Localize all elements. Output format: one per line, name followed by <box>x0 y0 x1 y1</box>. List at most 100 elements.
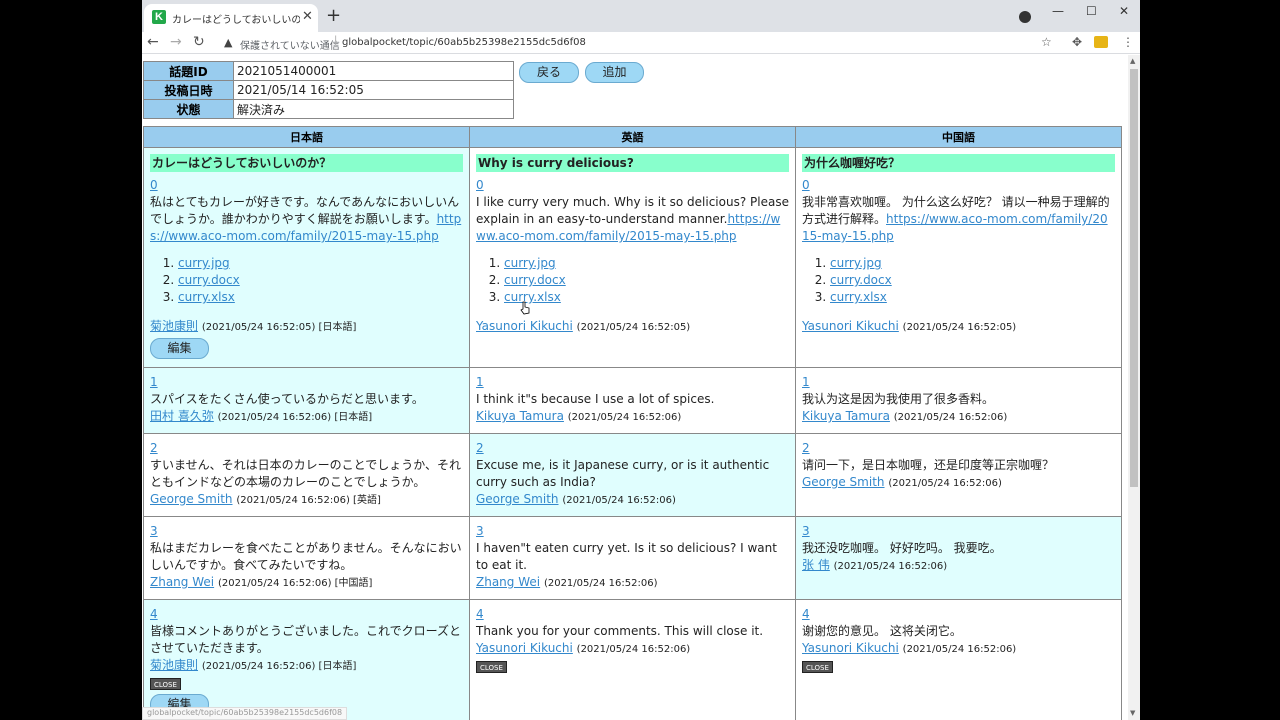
question-body: 私はとてもカレーが好きです。なんであんなにおいしいんでしょうか。誰かわかりやすく… <box>150 195 460 226</box>
author-link[interactable]: George Smith <box>476 492 559 506</box>
edit-button[interactable]: 編集 <box>150 338 209 359</box>
attachment-link[interactable]: curry.xlsx <box>178 290 235 304</box>
reply-cell-zh: 1 我认为这是因为我使用了很多香料。 Kikuya Tamura (2021/0… <box>795 367 1122 434</box>
question-row: カレーはどうしておいしいのか？ 0 私はとてもカレーが好きです。なんであんなにお… <box>143 147 1122 368</box>
question-cell-ja: カレーはどうしておいしいのか？ 0 私はとてもカレーが好きです。なんであんなにお… <box>143 147 470 368</box>
reply-cell-en: 3 I haven"t eaten curry yet. Is it so de… <box>469 516 796 600</box>
security-label: 保護されていない通信 <box>240 41 340 52</box>
vertical-scrollbar[interactable]: ▲ ▼ <box>1128 55 1140 720</box>
post-meta: (2021/05/24 16:52:05) <box>902 322 1017 333</box>
post-number-link[interactable]: 1 <box>476 375 484 389</box>
reply-text: 请问一下，是日本咖喱，还是印度等正宗咖喱？ <box>802 458 1055 472</box>
post-number-link[interactable]: 0 <box>476 178 484 192</box>
attachment-link[interactable]: curry.docx <box>178 273 240 287</box>
post-number-link[interactable]: 1 <box>150 375 158 389</box>
reply-text: Thank you for your comments. This will c… <box>476 624 764 638</box>
post-number-link[interactable]: 2 <box>802 441 810 455</box>
translation-table: 日本語 英語 中国語 カレーはどうしておいしいのか？ 0 私はとてもカレーが好き… <box>143 126 1122 720</box>
status-value: 解決済み <box>233 99 514 119</box>
post-meta: (2021/05/24 16:52:06) <box>902 644 1017 655</box>
reply-cell-ja: 1 スパイスをたくさん使っているからだと思います。 田村 喜久弥 (2021/0… <box>143 367 470 434</box>
post-number-link[interactable]: 3 <box>476 524 484 538</box>
reply-row: 4 皆様コメントありがとうございました。これでクローズとさせていただきます。 菊… <box>143 599 1122 720</box>
post-meta: (2021/05/24 16:52:06) <box>576 644 691 655</box>
post-number-link[interactable]: 4 <box>150 607 158 621</box>
reply-cell-en: 1 I think it"s because I use a lot of sp… <box>469 367 796 434</box>
post-number-link[interactable]: 1 <box>802 375 810 389</box>
url-separator: | <box>334 35 338 46</box>
reply-cell-ja: 2 すいません、それは日本のカレーのことでしょうか、それともインドなどの本場のカ… <box>143 433 470 517</box>
author-link[interactable]: 田村 喜久弥 <box>150 409 214 423</box>
author-link[interactable]: Yasunori Kikuchi <box>802 641 899 655</box>
extensions-icon[interactable]: ✥ <box>1072 35 1082 49</box>
column-header-chinese: 中国語 <box>795 126 1122 148</box>
reply-cell-zh: 2 请问一下，是日本咖喱，还是印度等正宗咖喱？ George Smith (20… <box>795 433 1122 517</box>
post-meta: (2021/05/24 16:52:06) <box>888 478 1002 489</box>
back-button[interactable]: 戻る <box>519 62 579 83</box>
reply-cell-en: 4 Thank you for your comments. This will… <box>469 599 796 720</box>
post-number-link[interactable]: 2 <box>476 441 484 455</box>
post-meta: (2021/05/24 16:52:06) <box>833 561 948 572</box>
attachment-link[interactable]: curry.jpg <box>830 256 882 270</box>
attachment-link[interactable]: curry.jpg <box>504 256 556 270</box>
reply-text: 皆様コメントありがとうございました。これでクローズとさせていただきます。 <box>150 624 462 655</box>
reply-text: I haven"t eaten curry yet. Is it so deli… <box>476 541 777 572</box>
post-number-link[interactable]: 3 <box>802 524 810 538</box>
menu-kebab-icon[interactable]: ⋮ <box>1122 35 1134 49</box>
post-number-link[interactable]: 3 <box>150 524 158 538</box>
author-link[interactable]: Yasunori Kikuchi <box>476 641 573 655</box>
post-meta: (2021/05/24 16:52:06) [日本語] <box>217 412 373 423</box>
author-link[interactable]: Kikuya Tamura <box>476 409 564 423</box>
close-tab-icon[interactable]: ✕ <box>302 9 313 24</box>
author-link[interactable]: Kikuya Tamura <box>802 409 890 423</box>
author-link[interactable]: Zhang Wei <box>476 575 540 589</box>
status-bar-url: globalpocket/topic/60ab5b25398e2155dc5d6… <box>142 707 348 720</box>
post-number-link[interactable]: 2 <box>150 441 158 455</box>
browser-toolbar: ← → ↻ ▲ 保護されていない通信 | globalpocket/topic/… <box>142 32 1140 54</box>
author-link[interactable]: 菊池康則 <box>150 658 198 672</box>
question-title: Why is curry delicious? <box>476 154 789 172</box>
extension-icon[interactable] <box>1094 36 1108 48</box>
new-tab-icon[interactable]: + <box>326 5 341 26</box>
window-close-icon[interactable]: ✕ <box>1119 4 1129 18</box>
add-button[interactable]: 追加 <box>585 62 644 83</box>
post-number-link[interactable]: 0 <box>150 178 158 192</box>
author-link[interactable]: George Smith <box>150 492 233 506</box>
profile-icon[interactable] <box>1019 11 1031 23</box>
reply-text: I think it"s because I use a lot of spic… <box>476 392 715 406</box>
attachment-link[interactable]: curry.docx <box>830 273 892 287</box>
scrollbar-thumb[interactable] <box>1130 69 1138 487</box>
attachment-link[interactable]: curry.jpg <box>178 256 230 270</box>
minimize-icon[interactable]: — <box>1052 4 1064 18</box>
post-meta: (2021/05/24 16:52:06) <box>567 412 682 423</box>
reply-cell-ja: 4 皆様コメントありがとうございました。これでクローズとさせていただきます。 菊… <box>143 599 470 720</box>
post-number-link[interactable]: 0 <box>802 178 810 192</box>
page-content: 話題ID 2021051400001 投稿日時 2021/05/14 16:52… <box>142 55 1128 720</box>
author-link[interactable]: Yasunori Kikuchi <box>476 319 573 333</box>
scroll-up-icon[interactable]: ▲ <box>1130 57 1135 65</box>
author-link[interactable]: Zhang Wei <box>150 575 214 589</box>
maximize-icon[interactable]: ☐ <box>1086 4 1097 18</box>
author-link[interactable]: Yasunori Kikuchi <box>802 319 899 333</box>
forward-arrow-icon[interactable]: → <box>170 34 182 50</box>
author-link[interactable]: 菊池康則 <box>150 319 198 333</box>
post-meta: (2021/05/24 16:52:06) [中国語] <box>217 578 373 589</box>
address-bar[interactable]: ▲ 保護されていない通信 | globalpocket/topic/60ab5b… <box>216 33 1056 53</box>
reload-icon[interactable]: ↻ <box>193 34 205 50</box>
post-meta: (2021/05/24 16:52:06) <box>562 495 676 506</box>
scroll-down-icon[interactable]: ▼ <box>1130 709 1135 717</box>
author-link[interactable]: 张 伟 <box>802 558 830 572</box>
reply-text: すいません、それは日本のカレーのことでしょうか、それともインドなどの本場のカレー… <box>150 458 462 489</box>
back-arrow-icon[interactable]: ← <box>147 34 159 50</box>
right-letterbox <box>1140 0 1280 720</box>
author-link[interactable]: George Smith <box>802 475 885 489</box>
attachment-link[interactable]: curry.xlsx <box>504 290 561 304</box>
attachment-link[interactable]: curry.xlsx <box>830 290 887 304</box>
post-number-link[interactable]: 4 <box>476 607 484 621</box>
reply-text: 我还没吃咖喱。 好好吃吗。 我要吃。 <box>802 541 1002 555</box>
browser-tab[interactable]: K カレーはどうしておいしいのか？ - 株式 ✕ <box>144 4 318 32</box>
post-number-link[interactable]: 4 <box>802 607 810 621</box>
bookmark-star-icon[interactable]: ☆ <box>1041 35 1052 49</box>
attachment-link[interactable]: curry.docx <box>504 273 566 287</box>
reply-text: スパイスをたくさん使っているからだと思います。 <box>150 392 424 406</box>
